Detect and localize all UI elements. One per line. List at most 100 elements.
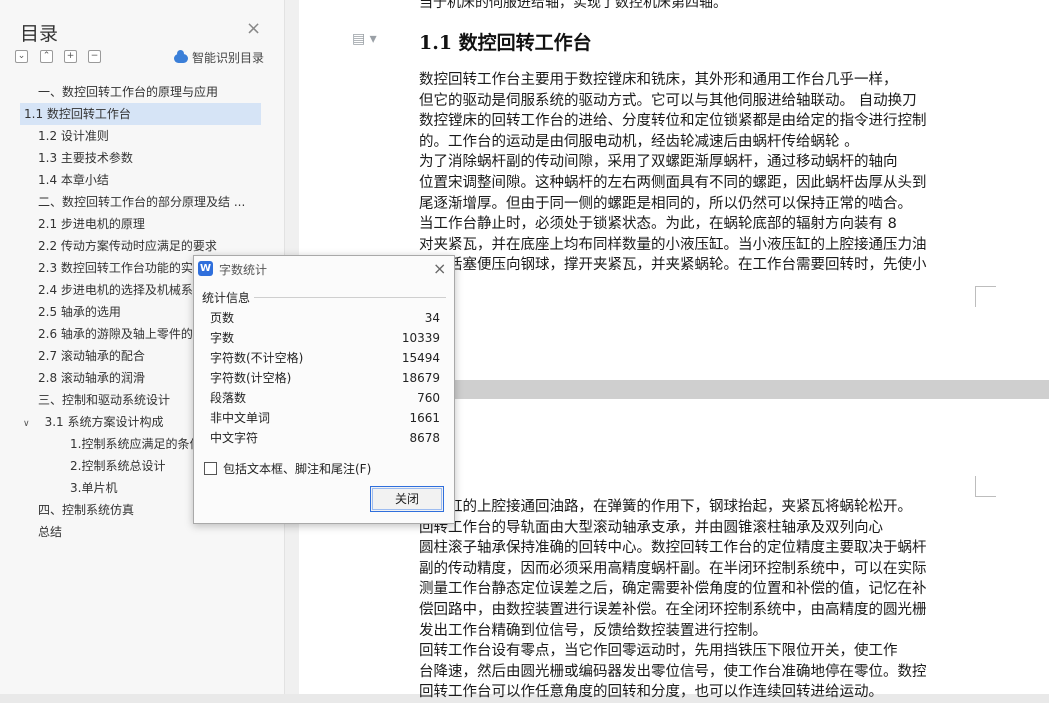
toc-item-label: 一、数控回转工作台的原理与应用 — [38, 85, 219, 99]
toc-item-label: 2.3 数控回转工作台功能的实现 — [38, 261, 205, 275]
stat-row: 非中文单词 1661 — [210, 408, 440, 428]
text-line: 数控镗床的回转工作台的进给、分度转位和定位锁紧都是由给定的指令进行控制 — [419, 113, 927, 130]
checkbox-icon[interactable] — [204, 462, 217, 475]
text-line: 数控回转工作台主要用于数控镗床和铣床，其外形和通用工作台几乎一样， — [419, 72, 898, 88]
toc-item-label: 2.4 步进电机的选择及机械系统 — [38, 283, 205, 297]
add-heading-icon[interactable]: + — [64, 50, 77, 63]
toc-item-label: 2.8 滚动轴承的润滑 — [38, 371, 145, 385]
stats-group-label: 统计信息 — [202, 289, 254, 306]
collapse-all-icon[interactable]: ⌄ — [15, 50, 28, 63]
text-line: 但它的驱动是伺服系统的驱动方式。它可以与其他伺服进给轴联动。 自动换刀 — [419, 92, 917, 109]
close-icon[interactable]: × — [246, 19, 261, 39]
stat-row: 页数 34 — [210, 308, 440, 328]
text-line: 时，活塞便压向钢球，撑开夹紧瓦，并夹紧蜗轮。在工作台需要回转时，先使小 — [419, 257, 927, 274]
text-line: 位置宋调整间隙。这种蜗杆的左右两侧面具有不同的螺距，因此蜗杆齿厚从头到 — [419, 174, 927, 191]
document-outline-icon[interactable]: ▤ ▾ — [352, 31, 377, 47]
stat-label: 字数 — [210, 331, 235, 345]
text-line: 为了消除蜗杆副的传动间隙，采用了双螺距渐厚蜗杆，通过移动蜗杆的轴向 — [419, 154, 898, 171]
toc-item-label: 2.2 传动方案传动时应满足的要求 — [38, 239, 217, 253]
cloud-icon — [174, 50, 188, 63]
page-corner-mark — [975, 476, 996, 497]
stat-value: 8678 — [409, 431, 440, 445]
toc-item-label: 1.控制系统应满足的条件 — [70, 437, 202, 451]
toc-item-label: 1.1 数控回转工作台 — [24, 107, 131, 121]
toc-item[interactable]: 二、数控回转工作台的部分原理及结 ... — [0, 191, 284, 213]
text-line: 偿回路中，由数控装置进行误差补偿。在全闭环控制系统中，由高精度的圆光栅 — [419, 601, 927, 618]
toc-item-label: 2.6 轴承的游隙及轴上零件的 — [38, 327, 193, 341]
stat-label: 段落数 — [210, 391, 247, 405]
stat-row: 字符数(计空格) 18679 — [210, 368, 440, 388]
stat-value: 760 — [417, 391, 440, 405]
include-textbox-footnote-checkbox[interactable]: 包括文本框、脚注和尾注(F) — [204, 460, 371, 477]
remove-heading-icon[interactable]: − — [88, 50, 101, 63]
expand-all-icon[interactable]: ⌃ — [40, 50, 53, 63]
text-line: 对夹紧瓦，并在底座上均布同样数量的小液压缸。当小液压缸的上腔接通压力油 — [419, 236, 927, 253]
dialog-titlebar[interactable]: W 字数统计 × — [194, 256, 454, 282]
toc-item-label: 四、控制系统仿真 — [38, 503, 135, 517]
dialog-close-icon[interactable]: × — [433, 259, 446, 278]
word-count-dialog: W 字数统计 × 统计信息 页数 34 字数 10339 字符数(不计空格) 15494 字… — [193, 255, 455, 524]
wps-logo-icon: W — [198, 261, 213, 276]
toc-item[interactable]: 1.3 主要技术参数 — [0, 147, 284, 169]
include-label: 包括文本框、脚注和尾注(F) — [223, 462, 372, 476]
text-line: 回转工作台的导轨面由大型滚动轴承支承，并由圆锥滚柱轴承及双列向心 — [419, 519, 883, 536]
toc-item-label: 3.1 系统方案设计构成 — [44, 415, 164, 429]
group-divider — [254, 297, 446, 298]
toc-item[interactable]: 一、数控回转工作台的原理与应用 — [0, 81, 284, 103]
page1-paragraphs: 数控回转工作台主要用于数控镗床和铣床，其外形和通用工作台几乎一样， 但它的驱动是伺… — [419, 70, 974, 276]
stat-row: 字数 10339 — [210, 328, 440, 348]
toc-item[interactable]: 1.1 数控回转工作台 — [0, 103, 284, 125]
dialog-title: 字数统计 — [219, 263, 268, 277]
toc-item-label: 三、控制和驱动系统设计 — [38, 393, 171, 407]
toc-item-label: 总结 — [38, 525, 63, 539]
stat-value: 10339 — [401, 331, 440, 345]
toc-item-label: 3.单片机 — [70, 481, 118, 495]
section-heading: 1.1 数控回转工作台 — [419, 32, 592, 54]
text-line: 测量工作台静态定位误差之后，确定需要补偿角度的位置和补偿的值，记忆在补 — [419, 581, 927, 598]
text-line: 尾逐渐增厚。但由于同一侧的螺距是相同的，所以仍然可以保持正常的啮合。 — [419, 195, 912, 212]
text-line: 台降速，然后由圆光栅或编码器发出零位信号，使工作台准确地停在零位。数控 — [419, 663, 927, 680]
cut-off-text-line: 当于机床的伺服进给轴，实现了数控机床第四轴。 — [419, 0, 727, 11]
toc-item-label: 1.3 主要技术参数 — [38, 151, 133, 165]
toc-item-label: 2.1 步进电机的原理 — [38, 217, 145, 231]
stat-value: 34 — [424, 311, 440, 325]
toc-item-label: 2.7 滚动轴承的配合 — [38, 349, 145, 363]
stat-label: 中文字符 — [210, 431, 259, 445]
page-corner-mark — [975, 286, 996, 307]
expand-arrow-icon[interactable]: ∨ — [23, 419, 30, 429]
stat-value: 18679 — [401, 371, 440, 385]
stat-label: 页数 — [210, 311, 235, 325]
stat-row: 段落数 760 — [210, 388, 440, 408]
text-line: 圆柱滚子轴承保持准确的回转中心。数控回转工作台的定位精度主要取决于蜗杆 — [419, 540, 927, 557]
toc-item[interactable]: 1.4 本章小结 — [0, 169, 284, 191]
text-line: 回转工作台设有零点，当它作回零运动时，先用挡铁压下限位开关，使工作 — [419, 643, 898, 660]
toc-item-label: 1.2 设计准则 — [38, 129, 109, 143]
stat-value: 15494 — [401, 351, 440, 365]
toc-item[interactable]: 2.2 传动方案传动时应满足的要求 — [0, 235, 284, 257]
stat-label: 字符数(计空格) — [210, 371, 292, 385]
toc-item[interactable]: 1.2 设计准则 — [0, 125, 284, 147]
page2-paragraphs: 液压缸的上腔接通回油路，在弹簧的作用下，钢球抬起，夹紧瓦将蜗轮松开。 回转工作台… — [419, 497, 974, 703]
text-line: 回转工作台可以作任意角度的回转和分度，也可以作连续回转进给运动。 — [419, 684, 883, 701]
toc-item-label: 1.4 本章小结 — [38, 173, 109, 187]
text-line: 液压缸的上腔接通回油路，在弹簧的作用下，钢球抬起，夹紧瓦将蜗轮松开。 — [419, 499, 912, 515]
stat-row: 字符数(不计空格) 15494 — [210, 348, 440, 368]
text-line: 发出工作台精确到位信号，反馈给数控装置进行控制。 — [419, 622, 767, 639]
toc-item-label: 2.5 轴承的选用 — [38, 305, 121, 319]
toc-item-label: 二、数控回转工作台的部分原理及结 ... — [38, 195, 246, 209]
text-line: 副的传动精度，因而必须采用高精度蜗杆副。在半闭环控制系统中，可以在实际 — [419, 560, 927, 577]
stat-label: 字符数(不计空格) — [210, 351, 304, 365]
toc-item[interactable]: 总结 — [0, 521, 284, 543]
smart-toc-label: 智能识别目录 — [192, 51, 265, 65]
toc-item[interactable]: 2.1 步进电机的原理 — [0, 213, 284, 235]
toc-title: 目录 — [20, 23, 59, 45]
stats-list: 页数 34 字数 10339 字符数(不计空格) 15494 字符数(计空格) 18679 段落… — [210, 308, 440, 448]
stat-value: 1661 — [409, 411, 440, 425]
smart-toc-button[interactable]: 智能识别目录 — [174, 49, 264, 66]
close-dialog-button[interactable]: 关闭 — [370, 486, 444, 512]
stat-row: 中文字符 8678 — [210, 428, 440, 448]
stat-label: 非中文单词 — [210, 411, 271, 425]
text-line: 的。工作台的运动是由伺服电动机，经齿轮减速后由蜗杆传给蜗轮 。 — [419, 133, 859, 150]
text-line: 当工作台静止时，必须处于锁紧状态。为此，在蜗轮底部的辐射方向装有 8 — [419, 216, 897, 233]
toc-item-label: 2.控制系统总设计 — [70, 459, 166, 473]
